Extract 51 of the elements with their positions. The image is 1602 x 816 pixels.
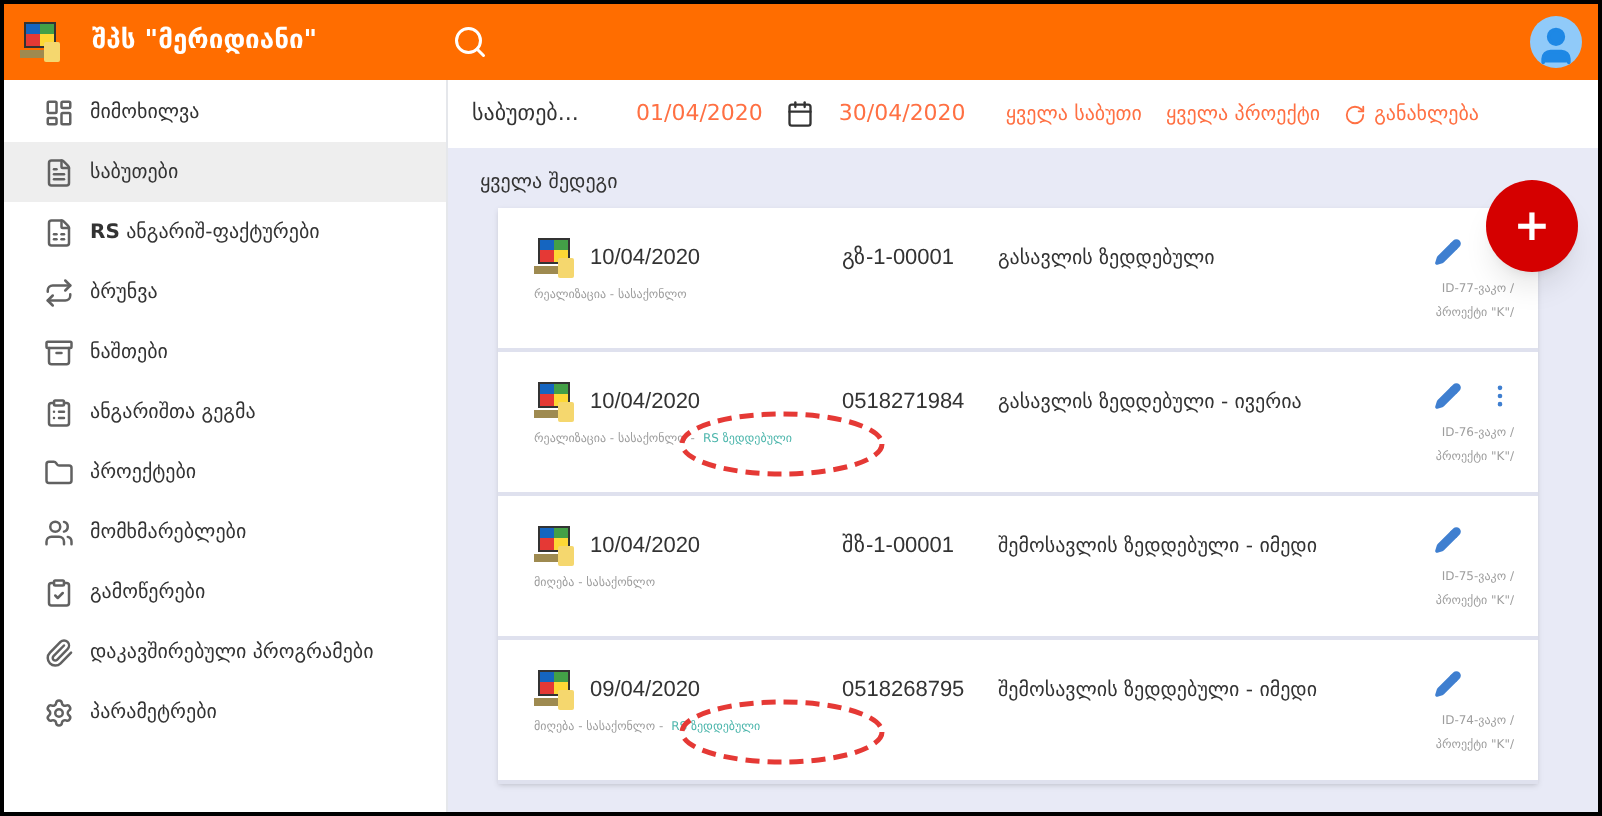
document-icon (534, 668, 578, 712)
document-date: 10/04/2020 (590, 387, 703, 418)
logo-icon (20, 20, 64, 64)
settings-icon (44, 697, 74, 727)
sidebar-item[interactable]: დაკავშირებული პროგრამები (4, 622, 446, 682)
document-date: 10/04/2020 (590, 531, 703, 562)
document-title: შემოსავლის ზედდებული - იმედი (998, 677, 1318, 705)
refresh-icon (1344, 103, 1367, 125)
sidebar-item[interactable]: ბრუნვა (4, 262, 446, 322)
edit-icon[interactable] (1434, 526, 1462, 554)
section-title: ყველა შედეგი (480, 169, 620, 197)
document-number: გზ-1-00001 (842, 243, 957, 274)
folder-icon (44, 457, 74, 487)
search-icon[interactable] (452, 24, 488, 60)
sidebar-item[interactable]: RS ანგარიშ-ფაქტურები (4, 202, 446, 262)
calendar-icon[interactable] (786, 100, 815, 128)
document-icon (44, 157, 74, 187)
document-number: 0518268795 (842, 675, 967, 706)
document-date: 09/04/2020 (590, 675, 703, 706)
sidebar-item[interactable]: ანგარიშთა გეგმა (4, 382, 446, 442)
document-date: 10/04/2020 (590, 243, 703, 274)
sidebar-item[interactable]: გამოწერები (4, 562, 446, 622)
repeat-icon (44, 277, 74, 307)
sidebar-item[interactable]: ნაშთები (4, 322, 446, 382)
edit-icon[interactable] (1434, 382, 1462, 410)
edit-icon[interactable] (1434, 670, 1462, 698)
clipboard-check-icon (44, 577, 74, 607)
dashboard-icon (44, 97, 74, 127)
archive-icon (44, 337, 74, 367)
document-icon (534, 524, 578, 568)
users-icon (44, 517, 74, 547)
sidebar-item[interactable]: პროექტები (4, 442, 446, 502)
sidebar-item[interactable]: საბუთები (4, 142, 446, 202)
document-title: გასავლის ზედდებული - ივერია (998, 389, 1302, 417)
document-icon (534, 236, 578, 280)
add-button[interactable]: + (1486, 180, 1578, 272)
paperclip-icon (44, 637, 74, 667)
spreadsheet-icon (44, 217, 74, 247)
document-number: შზ-1-00001 (842, 531, 957, 562)
sidebar-item[interactable]: პარამეტრები (4, 682, 446, 742)
document-title: გასავლის ზედდებული (998, 245, 1215, 273)
app-title: შპს "მერიდიანი" (92, 24, 320, 61)
document-title: შემოსავლის ზედდებული - იმედი (998, 533, 1318, 561)
clipboard-icon (44, 397, 74, 427)
sidebar-item[interactable]: მიმოხილვა (4, 82, 446, 142)
sidebar-item[interactable]: მომხმარებლები (4, 502, 446, 562)
document-number: 0518271984 (842, 387, 967, 418)
filter-label[interactable]: საბუთებ... (472, 97, 612, 131)
edit-icon[interactable] (1434, 238, 1462, 266)
document-icon (534, 380, 578, 424)
avatar-icon[interactable] (1530, 16, 1582, 68)
